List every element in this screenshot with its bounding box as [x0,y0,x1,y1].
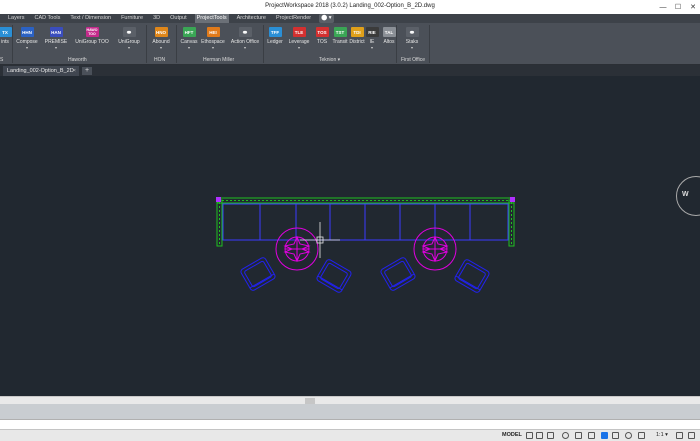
drawing-svg [216,197,515,293]
snap-icon[interactable] [536,432,543,439]
tab-furniture[interactable]: Furniture [119,14,145,23]
tx-icon: TX [0,27,12,37]
ribbon-tabs: Layers CAD Tools Text / Dimension Furnit… [0,14,700,23]
isodraft-icon[interactable] [575,432,582,439]
ribbon-button-label: Altos [383,39,395,45]
close-button[interactable]: ✕ [686,0,700,14]
lineweight-icon[interactable] [612,432,619,439]
group-label-first-office: First Office [401,57,426,63]
hno-icon: HNO [154,27,168,37]
ribbon-button-action-office[interactable]: ⚭ Action Office ▾ [230,25,260,55]
customize-menu-icon[interactable] [688,432,695,439]
ortho-icon[interactable] [547,432,554,439]
chair-2 [316,259,352,293]
tab-projecttools[interactable]: ProjectTools [194,14,229,23]
new-tab-button[interactable]: + [82,67,92,75]
ribbon-button-label: ints [1,39,9,45]
horizontal-scrollbar[interactable] [0,396,700,404]
ribbon-button-abound[interactable]: HNO Abound ▾ [146,25,176,55]
command-history [0,404,700,419]
chevron-down-icon: ▾ [243,45,246,50]
tff-icon: TFF [268,27,282,37]
ribbon-button-label: Ledger [267,39,283,45]
document-tab-label: Landing_002-Option_B_2D [7,68,74,74]
ribbon-button-unigroup[interactable]: ⚭ UniGroup ▾ [114,25,144,55]
annotation-visibility-icon[interactable] [638,432,645,439]
document-tab-landing[interactable]: Landing_002-Option_B_2D × [3,66,79,76]
chevron-down-icon: ▾ [410,45,413,50]
group-label-haworth: Haworth [68,57,87,63]
han-icon: HAN [49,27,63,37]
tab-architecture[interactable]: Architecture [235,14,268,23]
group-label-herman-miller: Herman Miller [203,57,235,63]
object-snap-tracking-icon[interactable] [588,432,595,439]
chevron-down-icon: ▾ [370,45,373,50]
group-separator [429,25,430,63]
title-bar: ProjectWorkspace 2018 (3.0.2) Landing_00… [0,0,700,14]
link-icon: ⚭ [122,27,136,37]
command-line[interactable]: nd [0,419,700,435]
chair-3 [380,257,416,291]
chevron-down-icon: ▾ [187,45,190,50]
chevron-down-icon: ▾ [211,45,214,50]
maximize-button[interactable]: ☐ [671,0,685,14]
link-icon: ⚭ [405,27,419,37]
wall-left [216,199,223,247]
chevron-down-icon: ▾ [127,45,130,50]
group-label-teknion[interactable]: Teknion ▾ [319,57,340,63]
group-label-s: S [0,57,4,63]
document-tabs: Landing_002-Option_B_2D × + [0,65,700,76]
round-table-left [275,227,319,271]
corner-post-right [510,197,515,202]
tab-3d[interactable]: 3D [151,14,162,23]
minimize-button[interactable]: — [656,0,670,14]
chevron-down-icon: ▾ [159,45,162,50]
wall-right [508,199,515,247]
tab-layers[interactable]: Layers [6,14,27,23]
corner-post-left [216,197,221,202]
ribbon-button-label: UniGroup TOO [75,39,109,45]
object-snap-icon[interactable] [601,432,608,439]
window-title: ProjectWorkspace 2018 (3.0.2) Landing_00… [265,3,435,9]
workspace-gear-icon[interactable] [676,432,683,439]
worksurface-row [222,203,509,241]
link-icon: ⚭ [238,27,252,37]
close-icon[interactable]: × [73,66,76,76]
hei-icon: HEI [206,27,220,37]
ribbon-button-premise[interactable]: HAN PREMISE ▾ [41,25,71,55]
navwheel-west-label: W [682,191,689,198]
ribbon-button-ethospace[interactable]: HEI Ethospace ▾ [198,25,228,55]
annotation-scale[interactable]: 1:1 ▾ [656,432,668,438]
transparency-icon[interactable] [625,432,632,439]
hawo-too-icon: HAWO TOO [85,27,99,37]
wall-top [217,197,515,204]
group-label-hon: HON [154,57,166,63]
chair-1 [240,257,276,291]
status-bar: MODEL 1:1 ▾ [0,429,700,441]
ribbon-button-compose[interactable]: HHN Compose ▾ [12,25,42,55]
polar-tracking-icon[interactable] [562,432,569,439]
model-space-toggle[interactable]: MODEL [502,432,522,438]
tab-output[interactable]: Output [168,14,189,23]
hft-icon: HFT [182,27,196,37]
chair-4 [454,259,490,293]
chevron-down-icon: ▾ [25,45,28,50]
chevron-down-icon: ▾ [54,45,57,50]
grid-icon[interactable] [526,432,533,439]
ribbon-panel: TX ints HHN Compose ▾ HAN PREMISE ▾ HAWO… [0,23,700,65]
tle-icon: TLE [292,27,306,37]
tab-projectrender[interactable]: ProjectRender [274,14,313,23]
app-window: ProjectWorkspace 2018 (3.0.2) Landing_00… [0,0,700,441]
tab-text-dimension[interactable]: Text / Dimension [68,14,113,23]
tab-overflow-menu[interactable]: ⬤ ▾ [319,14,334,23]
chevron-down-icon: ▾ [297,45,300,50]
drawing-canvas[interactable]: W [0,76,700,396]
ribbon-button-unigroup-too[interactable]: HAWO TOO UniGroup TOO [75,25,109,55]
tal-icon: TAL [382,27,396,37]
hhn-icon: HHN [20,27,34,37]
ribbon-button-staks[interactable]: ⚭ Staks ▾ [397,25,427,55]
tab-cad-tools[interactable]: CAD Tools [33,14,63,23]
